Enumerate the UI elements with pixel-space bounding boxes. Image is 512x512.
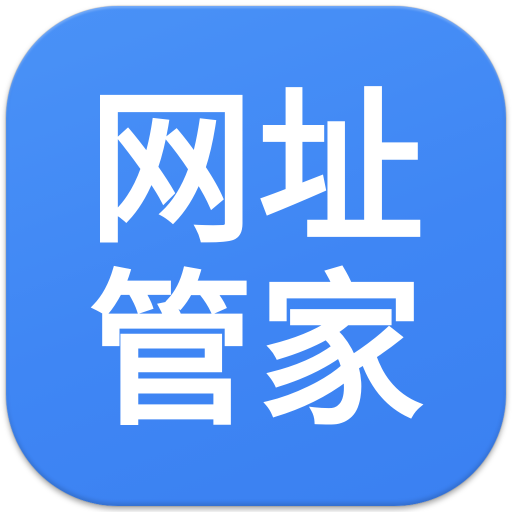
icon-canvas: 网 址 管 家 xyxy=(0,0,512,512)
app-icon[interactable]: 网 址 管 家 xyxy=(6,6,506,506)
app-icon-character-guan: 管 xyxy=(88,256,254,449)
app-icon-character-zhi: 址 xyxy=(258,74,424,267)
app-icon-character-wang: 网 xyxy=(88,74,254,267)
app-icon-character-jia: 家 xyxy=(258,256,424,449)
